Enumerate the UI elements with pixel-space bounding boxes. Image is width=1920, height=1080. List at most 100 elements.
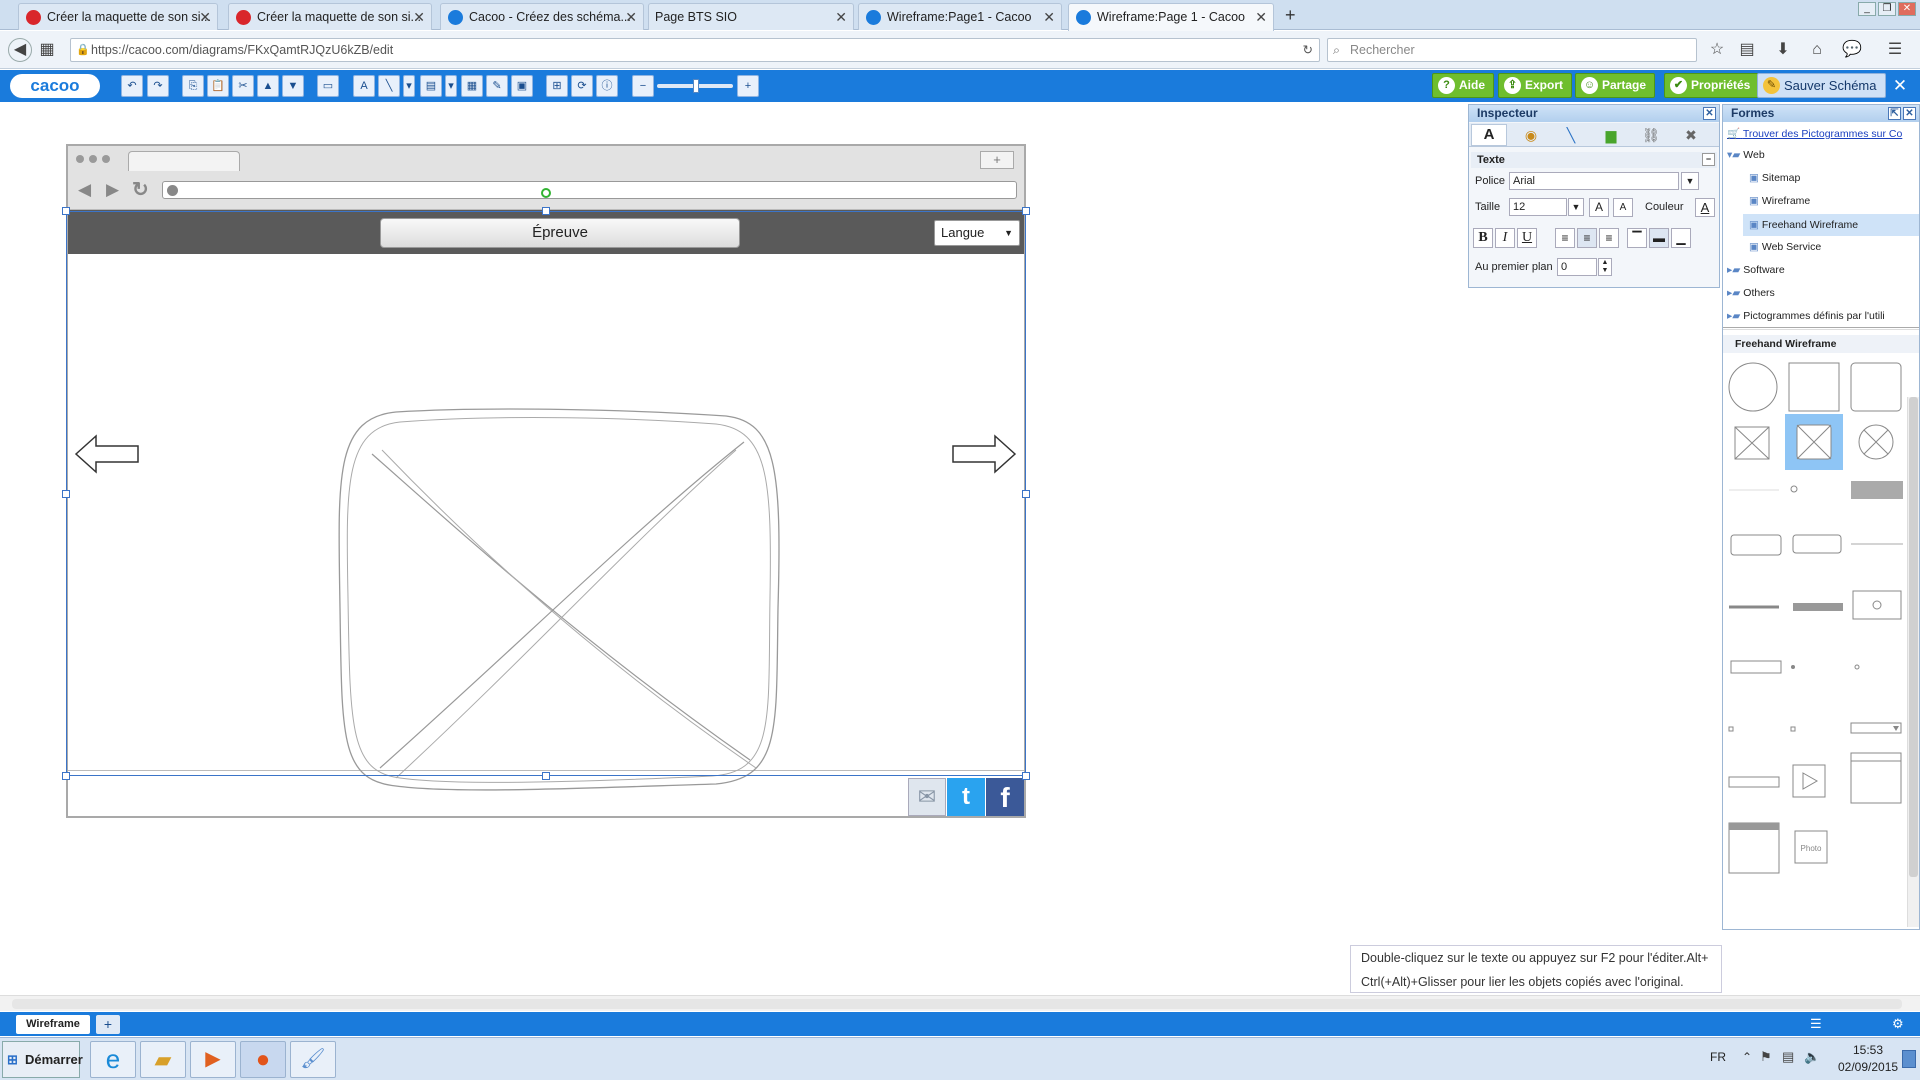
foreground-input[interactable]: 0 — [1557, 258, 1597, 276]
find-icons-link[interactable]: 🛒 Trouver des Pictogrammes sur Co — [1727, 127, 1917, 140]
tools-tab-icon[interactable]: ✖ — [1673, 124, 1709, 146]
right-arrow-icon[interactable] — [951, 434, 1017, 474]
resize-handle[interactable] — [62, 772, 70, 780]
tree-item-freehand-wireframe[interactable]: ▣ Freehand Wireframe — [1743, 214, 1919, 236]
align-right-icon[interactable]: ≡ — [1599, 228, 1619, 248]
wireframe-langue-dropdown[interactable]: Langue ▼ — [934, 220, 1020, 246]
reload-icon[interactable]: ↻ — [1303, 39, 1313, 61]
resize-handle[interactable] — [542, 207, 550, 215]
tree-item-software[interactable]: ▸▰ Software — [1727, 264, 1785, 276]
zoom-slider-handle[interactable] — [693, 79, 699, 93]
tree-item-sitemap[interactable]: ▣ Sitemap — [1749, 172, 1800, 184]
tree-item-others[interactable]: ▸▰ Others — [1727, 287, 1775, 299]
image-icon[interactable]: ▣ — [511, 75, 533, 97]
bring-front-icon[interactable]: ▲ — [257, 75, 279, 97]
resize-handle[interactable] — [542, 772, 550, 780]
table-icon[interactable]: ▦ — [461, 75, 483, 97]
bold-button[interactable]: B — [1473, 228, 1493, 248]
browser-tab[interactable]: Cacoo - Créez des schéma... ✕ — [440, 3, 644, 30]
reading-list-icon[interactable]: ▤ — [1738, 41, 1756, 59]
zoom-out-icon[interactable]: − — [632, 75, 654, 97]
language-indicator[interactable]: FR — [1710, 1050, 1726, 1064]
text-tool-icon[interactable]: A — [353, 75, 375, 97]
show-desktop-button[interactable] — [1902, 1050, 1916, 1068]
paint-icon[interactable]: 🖌 — [290, 1041, 336, 1078]
scrollbar-thumb[interactable] — [12, 999, 1902, 1009]
firefox-icon[interactable]: ● — [240, 1041, 286, 1078]
close-icon[interactable]: ✕ — [413, 4, 425, 30]
font-grow-icon[interactable]: A — [1589, 198, 1609, 217]
detach-icon[interactable]: ⇱ — [1888, 107, 1901, 120]
cacoo-logo[interactable]: cacoo — [10, 74, 100, 98]
align-left-icon[interactable]: ≡ — [1555, 228, 1575, 248]
cut-icon[interactable]: ✂ — [232, 75, 254, 97]
resize-handle[interactable] — [1022, 490, 1030, 498]
close-window-button[interactable]: ✕ — [1898, 2, 1916, 16]
maximize-button[interactable]: ❐ — [1878, 2, 1896, 16]
close-icon[interactable]: ✕ — [625, 4, 637, 30]
paste-icon[interactable]: 📋 — [207, 75, 229, 97]
chevron-down-icon[interactable]: ▾ — [445, 75, 457, 97]
chat-icon[interactable]: 💬 — [1842, 41, 1862, 59]
browser-tab[interactable]: Créer la maquette de son si... ✕ — [228, 3, 432, 30]
shape-palette[interactable]: Photo — [1723, 357, 1919, 917]
ie-icon[interactable]: e — [90, 1041, 136, 1078]
valign-middle-icon[interactable]: ▬ — [1649, 228, 1669, 248]
close-icon[interactable]: ✕ — [1703, 107, 1716, 120]
browser-tab[interactable]: Page BTS SIO ✕ — [648, 3, 854, 30]
add-page-button[interactable]: + — [96, 1015, 120, 1034]
tree-item-user-icons[interactable]: ▸▰ Pictogrammes définis par l'utili — [1727, 310, 1917, 322]
new-tab-button[interactable]: + — [1285, 3, 1296, 27]
tree-item-web-service[interactable]: ▣ Web Service — [1749, 241, 1821, 253]
pencil-icon[interactable]: ✎ — [486, 75, 508, 97]
text-color-icon[interactable]: A — [1695, 198, 1715, 217]
minimize-button[interactable]: _ — [1858, 2, 1876, 16]
resize-handle[interactable] — [62, 490, 70, 498]
url-input[interactable]: 🔒 https://cacoo.com/diagrams/FKxQamtRJQz… — [70, 38, 1320, 62]
zoom-slider[interactable] — [657, 79, 733, 93]
menu-icon[interactable]: ☰ — [1886, 41, 1904, 59]
network-icon[interactable]: ▤ — [1782, 1049, 1794, 1065]
redo-icon[interactable]: ↷ — [147, 75, 169, 97]
resize-handle[interactable] — [62, 207, 70, 215]
close-icon[interactable]: ✕ — [1255, 4, 1267, 30]
browser-tab[interactable]: Créer la maquette de son si... ✕ — [18, 3, 218, 30]
stepper-icon[interactable]: ▲ ▼ — [1598, 258, 1612, 276]
shapes-scrollbar[interactable] — [1907, 397, 1919, 927]
grid-icon[interactable]: ⊞ — [546, 75, 568, 97]
export-button[interactable]: ⇪ Export — [1498, 73, 1573, 98]
share-button[interactable]: ☺ Partage — [1575, 73, 1656, 98]
resize-handle[interactable] — [1022, 772, 1030, 780]
rotate-handle[interactable] — [541, 188, 551, 198]
line-tab-icon[interactable]: ╲ — [1553, 124, 1589, 146]
undo-icon[interactable]: ↶ — [121, 75, 143, 97]
settings-icon[interactable]: ⚙ — [1892, 1016, 1904, 1032]
stencil-icon[interactable]: ▤ — [420, 75, 442, 97]
save-diagram-button[interactable]: ✎ Sauver Schéma — [1757, 73, 1886, 98]
shape-tab-icon[interactable]: ▆ — [1593, 124, 1629, 146]
send-back-icon[interactable]: ▼ — [282, 75, 304, 97]
underline-button[interactable]: U — [1517, 228, 1537, 248]
font-size-input[interactable]: 12 — [1509, 198, 1567, 216]
canvas-h-scrollbar[interactable] — [0, 995, 1920, 1011]
collapse-icon[interactable]: − — [1702, 153, 1715, 166]
clock[interactable]: 15:53 02/09/2015 — [1838, 1042, 1898, 1076]
valign-top-icon[interactable]: ▔ — [1627, 228, 1647, 248]
resize-handle[interactable] — [1022, 207, 1030, 215]
scrollbar-thumb[interactable] — [1909, 397, 1918, 877]
fill-tab-icon[interactable]: ◉ — [1513, 124, 1549, 146]
back-icon[interactable]: ◀ — [8, 38, 32, 62]
flag-icon[interactable]: ⚑ — [1760, 1049, 1772, 1065]
line-tool-icon[interactable]: ╲ — [378, 75, 400, 97]
close-icon[interactable]: ✕ — [835, 4, 847, 30]
font-shrink-icon[interactable]: A — [1613, 198, 1633, 217]
close-icon[interactable]: ✕ — [1043, 4, 1055, 30]
home-icon[interactable]: ⌂ — [1808, 41, 1826, 59]
chevron-down-icon[interactable]: ▾ — [403, 75, 415, 97]
page-tab[interactable]: Wireframe — [16, 1015, 90, 1034]
close-editor-icon[interactable]: ✕ — [1890, 76, 1910, 96]
zoom-in-icon[interactable]: + — [737, 75, 759, 97]
help-button[interactable]: ? Aide — [1432, 73, 1495, 98]
tray-arrow-icon[interactable]: ⌃ — [1742, 1050, 1752, 1064]
volume-icon[interactable]: 🔈 — [1804, 1049, 1820, 1065]
